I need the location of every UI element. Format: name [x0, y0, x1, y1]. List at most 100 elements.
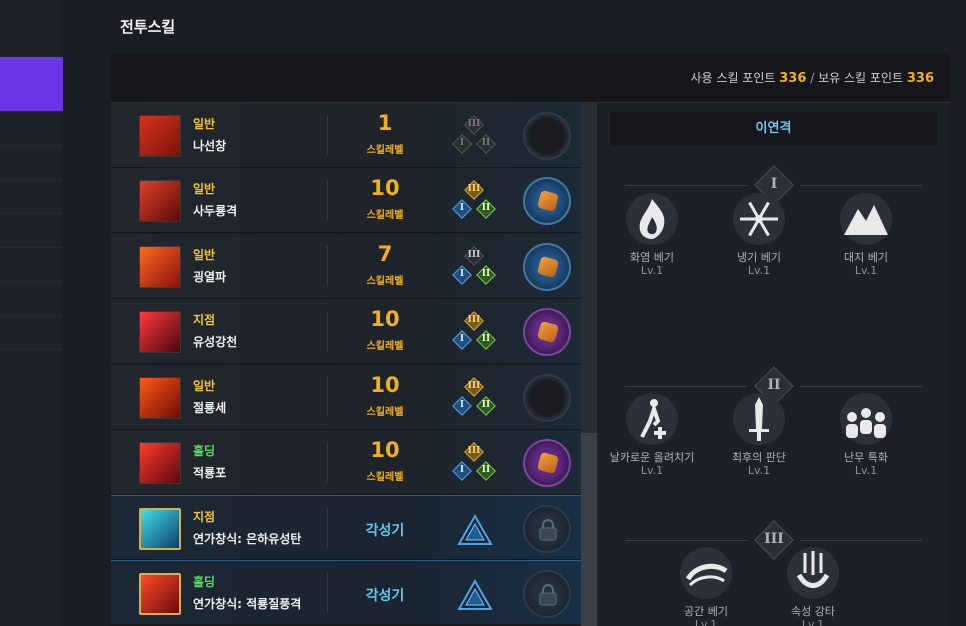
tier-divider: [625, 185, 747, 186]
awakening-emblem-icon: [457, 513, 493, 546]
rune-slot[interactable]: [523, 243, 571, 291]
skill-level-value: 10: [370, 176, 400, 200]
skill-type: 지점: [193, 510, 216, 524]
nav-item[interactable]: [0, 316, 63, 350]
tripod-detail-panel: 이연격 I 화염 베기 Lv.1 냉기 베기 Lv.1 대지 베기 Lv.1 II 날카로운 올…: [597, 103, 950, 626]
sword-icon[interactable]: [731, 391, 787, 447]
tripod-glyph: II: [481, 465, 491, 475]
snowflake-icon[interactable]: [731, 191, 787, 247]
skill-level-value: 7: [377, 242, 393, 266]
rune-gem-icon: [536, 320, 560, 344]
skill-type: 지점: [193, 313, 216, 327]
upward-strike-icon[interactable]: [624, 391, 680, 447]
tripod-option-level: Lv.1: [747, 464, 771, 477]
tier-divider: [800, 185, 922, 186]
tripod-option-level: Lv.1: [854, 264, 878, 277]
rune-gem-icon: [536, 189, 560, 213]
tripod-option-name: 속성 강타: [791, 605, 835, 618]
tripod-glyph: I: [459, 269, 465, 279]
tier-divider: [800, 540, 922, 541]
tripod-glyph: I: [459, 334, 465, 344]
row-divider: [327, 573, 328, 613]
nav-item[interactable]: [0, 248, 63, 282]
tripod-indicator[interactable]: III I II: [451, 377, 497, 419]
page-title: 전투스킬: [120, 18, 176, 36]
rune-slot[interactable]: [523, 439, 571, 487]
lock-icon: [537, 583, 559, 607]
skill-row[interactable]: 일반 나선창 1 스킬레벨 III I II: [111, 103, 581, 168]
tripod-indicator[interactable]: III I II: [451, 246, 497, 288]
skill-level-label: 스킬레벨: [366, 407, 404, 418]
nav-item[interactable]: [0, 180, 63, 214]
tripod-option-name: 화염 베기: [630, 251, 674, 264]
tripod-option-level: Lv.1: [747, 264, 771, 277]
tripod-option-name: 날카로운 올려치기: [609, 451, 695, 464]
tripod-option-level: Lv.1: [640, 464, 664, 477]
tripod-glyph: III: [467, 381, 481, 391]
skill-list: 일반 나선창 1 스킬레벨 III I II 일반 사두룡격 10 스킬레벨 III I II 일반 굉열파 7…: [111, 103, 581, 626]
mountain-icon[interactable]: [838, 191, 894, 247]
tripod-glyph: III: [467, 184, 481, 194]
skill-level-value: 10: [370, 438, 400, 462]
rune-slot[interactable]: [523, 505, 571, 553]
rune-slot[interactable]: [523, 177, 571, 225]
skill-type: 홀딩: [193, 575, 216, 589]
skill-row[interactable]: 일반 사두룡격 10 스킬레벨 III I II: [111, 168, 581, 233]
skill-row[interactable]: 일반 절룡세 10 스킬레벨 III I II: [111, 365, 581, 430]
rune-slot[interactable]: [523, 570, 571, 618]
crowd-icon[interactable]: [838, 391, 894, 447]
skill-name: 사두룡격: [193, 204, 238, 218]
tripod-option-name: 냉기 베기: [737, 251, 781, 264]
tripod-indicator[interactable]: III I II: [451, 115, 497, 157]
skill-row[interactable]: 홀딩 연가창식: 적룡질풍격 각성기: [111, 560, 581, 625]
nav-item-active[interactable]: [0, 57, 63, 112]
rune-slot[interactable]: [523, 308, 571, 356]
skill-level-label: 스킬레벨: [366, 145, 404, 156]
tripod-glyph: III: [467, 446, 481, 456]
skill-icon: [139, 180, 181, 222]
skill-type: 일반: [193, 117, 216, 131]
tripod-indicator[interactable]: III I II: [451, 180, 497, 222]
tier-label: III: [764, 531, 784, 547]
nav-item[interactable]: [0, 146, 63, 180]
rune-slot[interactable]: [523, 374, 571, 422]
skill-level-value: 1: [377, 111, 393, 135]
skill-icon: [139, 573, 181, 615]
rune-slot[interactable]: [523, 112, 571, 160]
skill-points: 사용 스킬 포인트 336 / 보유 스킬 포인트 336: [691, 69, 934, 86]
tripod-glyph: III: [467, 315, 481, 325]
tripod-option-level: Lv.1: [694, 618, 718, 626]
tier-label: I: [770, 176, 778, 192]
used-points-label: 사용 스킬 포인트: [690, 71, 776, 85]
skill-window: 전투스킬 사용 스킬 포인트 336 / 보유 스킬 포인트 336 일반 나선창…: [0, 0, 966, 626]
tripod-indicator[interactable]: III I II: [451, 442, 497, 484]
tripod-glyph: II: [481, 334, 491, 344]
tripod-glyph: III: [467, 250, 481, 260]
skill-level-value: 10: [370, 307, 400, 331]
skill-row[interactable]: 일반 굉열파 7 스킬레벨 III I II: [111, 234, 581, 299]
skill-row[interactable]: 홀딩 적룡포 10 스킬레벨 III I II: [111, 430, 581, 495]
skill-row[interactable]: 지점 연가창식: 은하유성탄 각성기: [111, 495, 581, 560]
element-strike-icon[interactable]: [785, 545, 841, 601]
tripod-indicator[interactable]: III I II: [451, 311, 497, 353]
nav-item[interactable]: [0, 112, 63, 146]
scrollbar-thumb[interactable]: [581, 433, 597, 626]
left-nav: [0, 0, 63, 626]
tripod-glyph: I: [459, 465, 465, 475]
tier-divider: [625, 540, 747, 541]
tripod-option-name: 최후의 판단: [731, 451, 787, 464]
row-divider: [327, 246, 328, 286]
nav-item[interactable]: [0, 214, 63, 248]
row-divider: [327, 377, 328, 417]
tripod-glyph: III: [467, 119, 481, 129]
scrollbar[interactable]: [581, 103, 597, 626]
awakening-label: 각성기: [365, 523, 405, 539]
tier-divider: [625, 386, 747, 387]
nav-item[interactable]: [0, 282, 63, 316]
flame-icon[interactable]: [624, 191, 680, 247]
tripod-glyph: I: [459, 138, 465, 148]
row-divider: [327, 115, 328, 155]
space-slash-icon[interactable]: [678, 545, 734, 601]
skill-row[interactable]: 지점 유성강천 10 스킬레벨 III I II: [111, 299, 581, 364]
skill-type: 일반: [193, 248, 216, 262]
